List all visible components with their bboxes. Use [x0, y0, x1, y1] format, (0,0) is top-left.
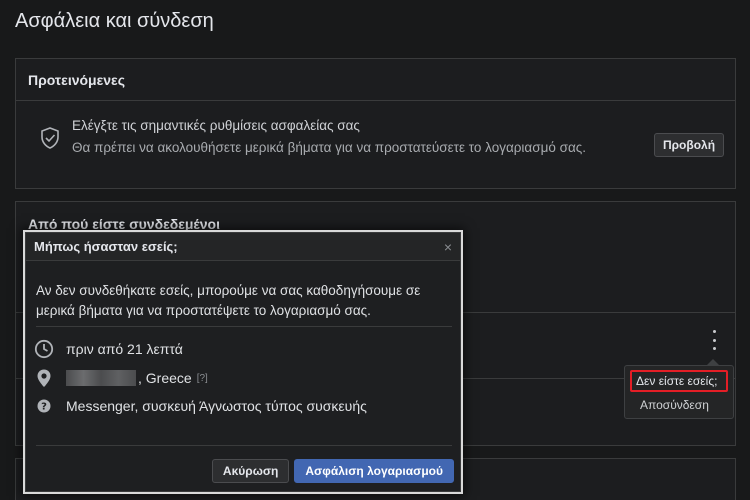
dialog-message: Αν δεν συνδεθήκατε εσείς, μπορούμε να σα… — [36, 283, 421, 318]
session-location-row: , Greece [?] — [34, 368, 208, 388]
recommended-panel: Προτεινόμενες Ελέγξτε τις σημαντικές ρυθ… — [15, 58, 736, 189]
shield-icon — [41, 127, 59, 149]
recommendation-description: Θα πρέπει να ακολουθήσετε μερικά βήματα … — [72, 140, 587, 155]
clock-icon — [34, 339, 54, 359]
sessions-header: Από πού είστε συνδεδεμένοι — [28, 216, 220, 232]
menu-item-not-you[interactable]: Δεν είστε εσείς; — [630, 370, 728, 392]
close-icon[interactable]: × — [444, 239, 452, 255]
redacted-city — [66, 370, 136, 386]
session-location: , Greece — [138, 370, 192, 386]
dialog-divider — [36, 326, 452, 327]
view-button[interactable]: Προβολή — [654, 133, 724, 157]
dialog-title: Μήπως ήσασταν εσείς; — [26, 233, 460, 261]
recommendation-title: Ελέγξτε τις σημαντικές ρυθμίσεις ασφαλεί… — [72, 118, 360, 133]
session-time-row: πριν από 21 λεπτά — [34, 339, 183, 359]
recommendation-item: Ελέγξτε τις σημαντικές ρυθμίσεις ασφαλεί… — [16, 101, 735, 187]
cancel-button[interactable]: Ακύρωση — [211, 459, 290, 483]
page-title: Ασφάλεια και σύνδεση — [15, 10, 214, 32]
recommended-header: Προτεινόμενες — [16, 59, 735, 101]
dialog-divider — [36, 445, 452, 446]
location-help-link[interactable]: [?] — [197, 373, 208, 384]
menu-item-logout[interactable]: Αποσύνδεση — [640, 398, 709, 412]
svg-text:?: ? — [41, 402, 47, 413]
location-pin-icon — [37, 369, 51, 387]
more-options-icon[interactable] — [708, 330, 720, 350]
session-device-row: ? Messenger, συσκευή Άγνωστος τύπος συσκ… — [34, 396, 367, 416]
was-this-you-dialog: Μήπως ήσασταν εσείς; × Αν δεν συνδεθήκατ… — [25, 232, 461, 492]
secure-account-button[interactable]: Ασφάλιση λογαριασμού — [294, 459, 454, 483]
session-device: Messenger, συσκευή Άγνωστος τύπος συσκευ… — [66, 398, 367, 414]
session-time: πριν από 21 λεπτά — [66, 341, 183, 357]
dialog-footer: Ακύρωση Ασφάλιση λογαριασμού — [211, 459, 454, 483]
session-options-menu: Δεν είστε εσείς; Αποσύνδεση — [624, 365, 734, 419]
question-circle-icon: ? — [37, 399, 51, 413]
